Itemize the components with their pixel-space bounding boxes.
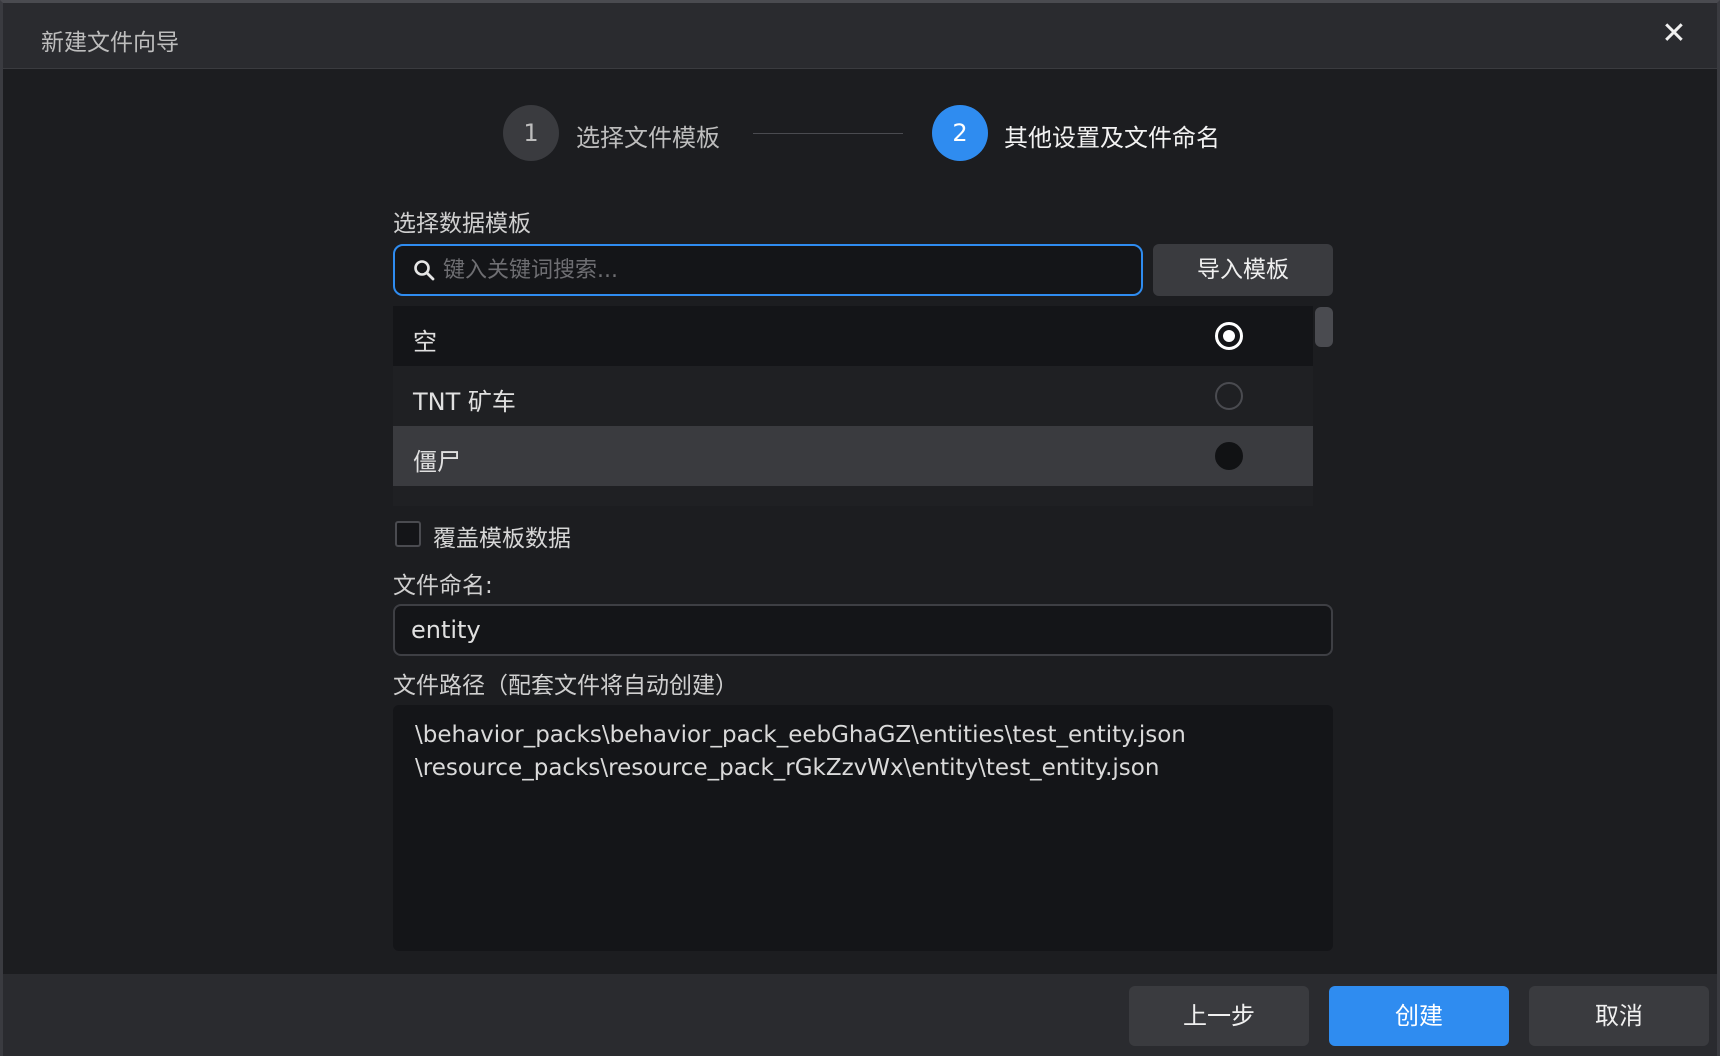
cancel-button[interactable]: 取消 — [1529, 986, 1709, 1046]
file-name-field[interactable] — [393, 604, 1333, 656]
template-item-empty[interactable]: 空 — [393, 306, 1313, 366]
override-label: 覆盖模板数据 — [433, 526, 571, 552]
import-template-button[interactable]: 导入模板 — [1153, 244, 1333, 296]
template-item-label: 空 — [413, 328, 437, 356]
template-item-label: 僵尸 — [413, 448, 461, 476]
template-section-label: 选择数据模板 — [393, 211, 531, 237]
step-2-label: 其他设置及文件命名 — [1004, 124, 1220, 152]
list-scrollbar[interactable] — [1315, 307, 1333, 347]
step-2-number: 2 — [932, 105, 988, 161]
wizard-steps: 1 选择文件模板 2 其他设置及文件命名 — [3, 103, 1717, 163]
override-checkbox[interactable] — [395, 521, 421, 547]
template-list: 空 TNT 矿车 僵尸 — [393, 306, 1333, 506]
dialog-footer: 上一步 创建 取消 — [3, 974, 1717, 1056]
step-1-label: 选择文件模板 — [576, 124, 720, 152]
step-connector — [753, 133, 903, 134]
file-name-label: 文件命名: — [393, 573, 493, 599]
file-path-label: 文件路径（配套文件将自动创建） — [393, 673, 738, 699]
radio-unselected-icon[interactable] — [1215, 382, 1243, 410]
step-1-number: 1 — [503, 105, 559, 161]
radio-selected-icon[interactable] — [1215, 322, 1243, 350]
previous-step-button[interactable]: 上一步 — [1129, 986, 1309, 1046]
new-file-wizard-dialog: 新建文件向导 ✕ 1 选择文件模板 2 其他设置及文件命名 选择数据模板 导入模… — [0, 0, 1720, 1056]
search-icon — [414, 260, 435, 281]
file-path-box: \behavior_packs\behavior_pack_eebGhaGZ\e… — [393, 705, 1333, 951]
template-item-zombie[interactable]: 僵尸 — [393, 426, 1313, 486]
search-input[interactable] — [443, 246, 1133, 294]
resource-pack-path: \resource_packs\resource_pack_rGkZzvWx\e… — [415, 755, 1160, 781]
template-item-partial — [393, 486, 1313, 506]
behavior-pack-path: \behavior_packs\behavior_pack_eebGhaGZ\e… — [415, 722, 1186, 748]
template-item-tnt-minecart[interactable]: TNT 矿车 — [393, 366, 1313, 426]
close-icon[interactable]: ✕ — [1657, 17, 1691, 51]
radio-unselected-icon[interactable] — [1215, 442, 1243, 470]
file-name-input[interactable] — [411, 606, 1311, 654]
template-item-label: TNT 矿车 — [413, 388, 516, 416]
create-button[interactable]: 创建 — [1329, 986, 1509, 1046]
dialog-title: 新建文件向导 — [41, 30, 179, 56]
title-bar: 新建文件向导 ✕ — [3, 3, 1717, 69]
template-search[interactable] — [393, 244, 1143, 296]
